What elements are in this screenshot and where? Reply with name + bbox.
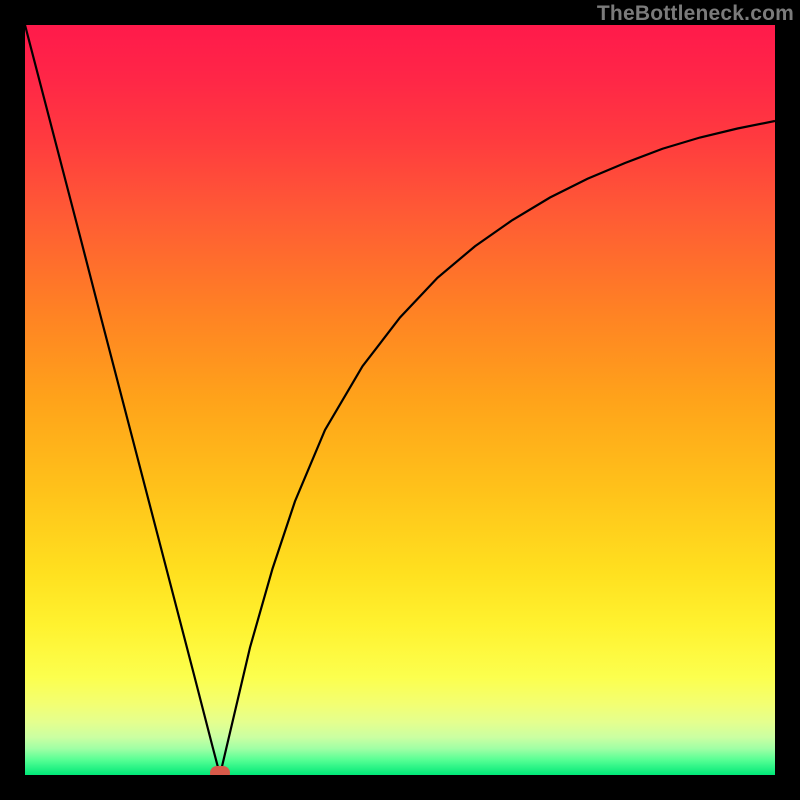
attribution-label: TheBottleneck.com (597, 2, 794, 26)
plot-area (25, 25, 775, 775)
chart-frame: TheBottleneck.com (0, 0, 800, 800)
minimum-marker (210, 766, 230, 775)
bottleneck-curve (25, 25, 775, 775)
curve-layer (25, 25, 775, 775)
